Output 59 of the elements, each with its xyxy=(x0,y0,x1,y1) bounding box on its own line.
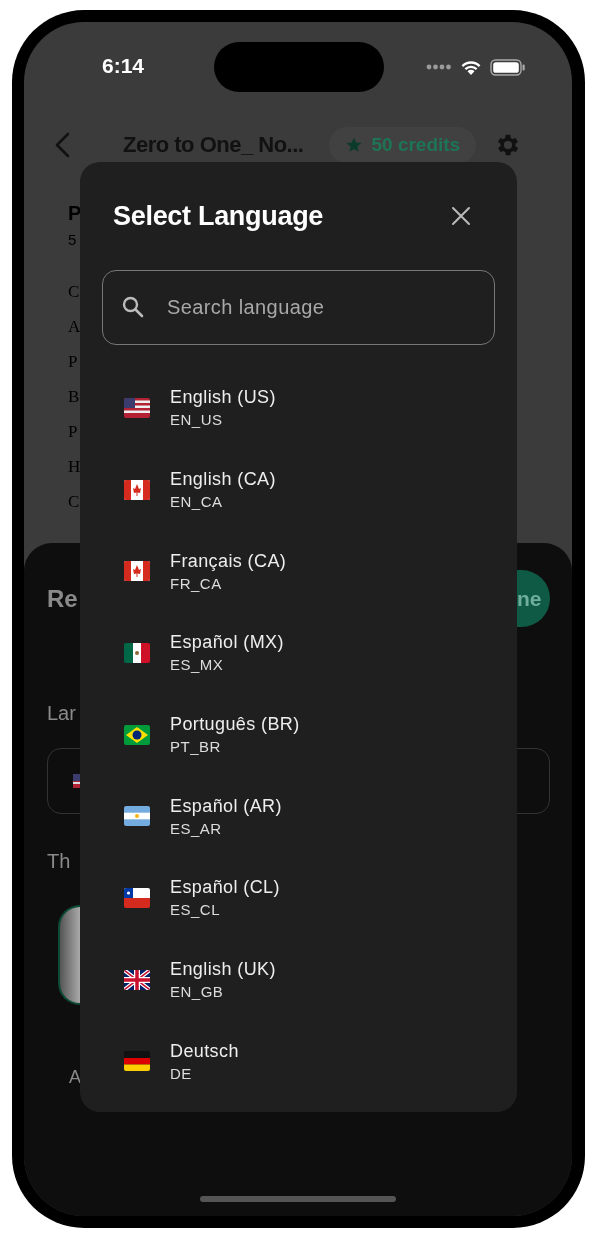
close-icon[interactable] xyxy=(451,206,471,226)
section-heading: P xyxy=(68,202,82,225)
language-item[interactable]: Français (CA) FR_CA xyxy=(102,530,495,613)
text-line: A xyxy=(68,316,81,338)
theme-swatch[interactable] xyxy=(58,905,80,1005)
status-time: 6:14 xyxy=(102,54,145,78)
wifi-icon xyxy=(460,58,482,76)
search-icon xyxy=(121,295,145,319)
language-name: Español (AR) xyxy=(170,795,282,817)
language-name: English (CA) xyxy=(170,469,276,491)
text-line: B xyxy=(68,386,80,408)
signal-icon xyxy=(426,64,452,70)
section-subtitle: 5 xyxy=(68,231,77,248)
language-code: EN_US xyxy=(170,411,224,429)
text-line: C xyxy=(68,491,80,513)
flag-icon xyxy=(124,887,150,908)
text-line: H xyxy=(68,456,81,478)
flag-icon xyxy=(124,1051,150,1072)
language-name: Deutsch xyxy=(170,1040,239,1062)
language-name: English (US) xyxy=(170,387,276,409)
battery-icon xyxy=(490,58,526,76)
star-icon xyxy=(345,136,364,154)
language-item[interactable]: Português (BR) PT_BR xyxy=(102,693,495,776)
search-field[interactable]: Search language xyxy=(102,270,495,345)
language-code: FR_CA xyxy=(170,574,223,592)
sheet-title: Re xyxy=(47,584,78,613)
language-code: ES_AR xyxy=(170,819,223,837)
language-name: Español (CL) xyxy=(170,877,280,899)
text-line: P xyxy=(68,351,78,373)
language-item[interactable]: English (UK) EN_GB xyxy=(102,938,495,1021)
language-item[interactable]: Español (MX) ES_MX xyxy=(102,612,495,694)
language-code: ES_MX xyxy=(170,656,225,674)
language-item[interactable]: English (US) EN_US xyxy=(102,367,495,449)
flag-icon xyxy=(124,724,150,745)
flag-icon xyxy=(124,806,150,827)
language-item[interactable]: Español (CL) ES_CL xyxy=(102,857,495,939)
text-line: P xyxy=(68,421,78,443)
language-name: English (UK) xyxy=(170,959,276,981)
theme-label: Th xyxy=(47,850,71,873)
flag-icon xyxy=(124,479,150,500)
text-line: C xyxy=(68,281,80,303)
language-code: ES_CL xyxy=(170,901,222,919)
language-name: Español (MX) xyxy=(170,632,284,654)
flag-icon xyxy=(124,397,150,418)
flag-icon xyxy=(124,642,150,663)
language-label: Lar xyxy=(47,702,76,725)
dialog-title: Select Language xyxy=(113,200,324,232)
language-item[interactable]: Deutsch DE xyxy=(102,1020,495,1103)
language-code: EN_CA xyxy=(170,493,224,511)
language-item[interactable]: English (CA) EN_CA xyxy=(102,448,495,531)
flag-icon xyxy=(124,561,150,582)
language-code: PT_BR xyxy=(170,738,222,756)
theme-option-label: A xyxy=(69,1067,81,1088)
language-name: Português (BR) xyxy=(170,714,300,736)
language-name: Français (CA) xyxy=(170,550,287,572)
language-item[interactable]: Español (AR) ES_AR xyxy=(102,775,495,858)
language-code: EN_GB xyxy=(170,983,225,1001)
language-code: DE xyxy=(170,1064,193,1082)
flag-icon xyxy=(124,969,150,990)
